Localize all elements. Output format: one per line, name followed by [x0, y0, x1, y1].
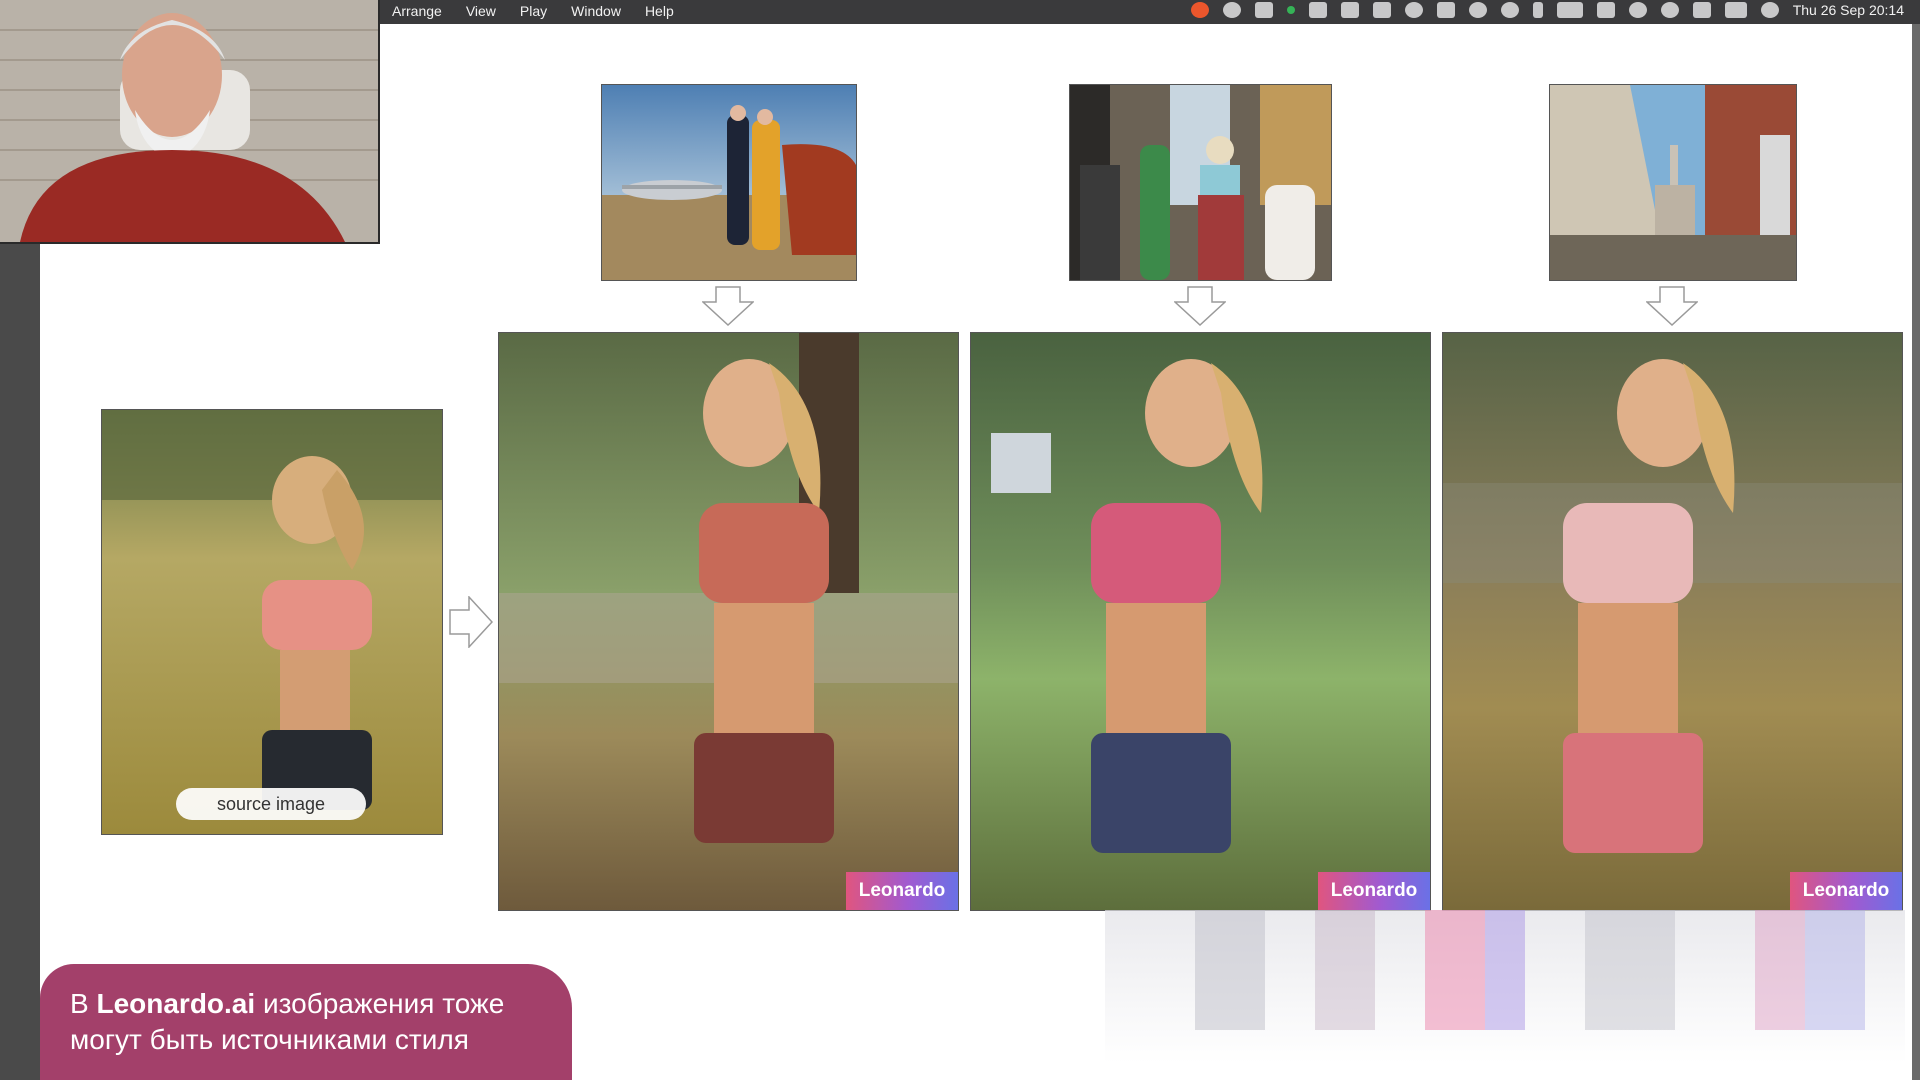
caption-prefix: В — [70, 988, 97, 1019]
bluetooth-icon[interactable] — [1532, 2, 1543, 18]
wifi-icon[interactable] — [1596, 2, 1615, 18]
user-icon[interactable] — [1628, 2, 1647, 18]
caption-line1-rest: изображения тоже — [255, 988, 505, 1019]
leonardo-badge: Leonardo — [846, 872, 958, 910]
menu-help[interactable]: Help — [633, 3, 686, 19]
battery-widget-icon[interactable] — [1254, 2, 1273, 18]
style-reference-image-2 — [1069, 84, 1332, 281]
menubar-clock[interactable]: Thu 26 Sep 20:14 — [1793, 2, 1904, 18]
window-edge — [1912, 24, 1920, 1080]
time-machine-icon[interactable] — [1500, 2, 1519, 18]
slide-caption: В Leonardo.ai изображения тоже могут быт… — [40, 964, 572, 1080]
app-menus: Arrange View Play Window Help — [380, 3, 686, 19]
sync-icon[interactable] — [1404, 2, 1423, 18]
caption-brand: Leonardo.ai — [96, 988, 256, 1019]
result-image-2: Leonardo — [970, 332, 1431, 911]
control-center-icon[interactable] — [1724, 2, 1747, 18]
arrow-down-icon — [1174, 286, 1226, 326]
style-reference-image-3 — [1549, 84, 1797, 281]
leonardo-badge: Leonardo — [1790, 872, 1902, 910]
menu-view[interactable]: View — [454, 3, 508, 19]
menu-arrange[interactable]: Arrange — [380, 3, 454, 19]
arrow-down-icon — [702, 286, 754, 326]
location-icon[interactable] — [1468, 2, 1487, 18]
opera-icon[interactable] — [1190, 2, 1209, 18]
status-area: Thu 26 Sep 20:14 — [1190, 2, 1904, 18]
notification-icon[interactable] — [1372, 2, 1391, 18]
arrow-down-icon — [1646, 286, 1698, 326]
script-icon[interactable] — [1340, 2, 1359, 18]
input-source-icon[interactable] — [1692, 2, 1711, 18]
webcam-overlay — [0, 0, 380, 244]
audio-icon[interactable] — [1308, 2, 1327, 18]
menu-window[interactable]: Window — [559, 3, 633, 19]
menu-play[interactable]: Play — [508, 3, 559, 19]
leonardo-badge: Leonardo — [1318, 872, 1430, 910]
result-image-3: Leonardo — [1442, 332, 1903, 911]
status-dot-icon — [1286, 6, 1295, 14]
style-reference-image-1 — [601, 84, 857, 281]
battery-icon[interactable] — [1556, 2, 1583, 18]
keyboard-icon[interactable] — [1436, 2, 1455, 18]
transition-reflection — [1105, 910, 1905, 1080]
result-image-1: Leonardo — [498, 332, 959, 911]
arrow-right-icon — [449, 596, 493, 648]
cloud-icon[interactable] — [1222, 2, 1241, 18]
caption-line-2: могут быть источниками стиля — [70, 1024, 469, 1055]
source-image-label: source image — [176, 788, 366, 820]
spotlight-icon[interactable] — [1660, 2, 1679, 18]
siri-icon[interactable] — [1760, 2, 1779, 18]
caption-line-1: В Leonardo.ai изображения тоже — [70, 986, 572, 1022]
source-image: source image — [101, 409, 443, 835]
